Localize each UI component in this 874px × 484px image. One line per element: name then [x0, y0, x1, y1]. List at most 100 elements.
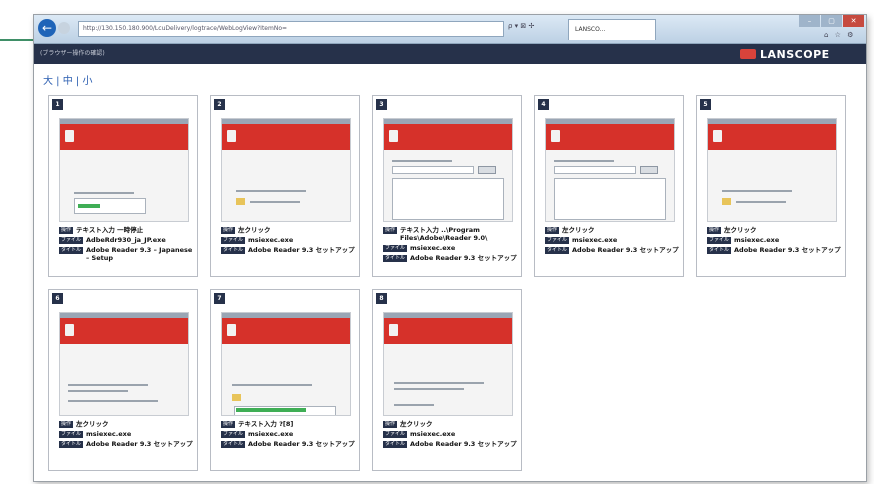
step-meta-value: msiexec.exe: [734, 236, 780, 244]
thumbnail-size-links[interactable]: 大 | 中 | 小: [43, 72, 92, 87]
step-screenshot-thumbnail[interactable]: [221, 118, 351, 222]
window-controls: – ▢ ✕: [798, 15, 864, 29]
adobe-banner: [546, 124, 674, 150]
lanscope-logo: LANSCOPE: [740, 47, 830, 61]
minimize-icon[interactable]: –: [799, 15, 820, 27]
step-meta-tag: 操作: [707, 227, 722, 234]
thumb-body: [708, 150, 836, 221]
step-meta-value: Adobe Reader 9.3 セットアップ: [410, 254, 517, 262]
step-card[interactable]: 4 操作 左クリック ファイル msiexec.exe タイトル Adobe Reader …: [534, 95, 684, 277]
address-bar-icons[interactable]: ρ ▾ ⊠ ✢: [508, 22, 534, 30]
step-meta-tag: 操作: [59, 227, 74, 234]
step-screenshot-thumbnail[interactable]: [383, 312, 513, 416]
step-number: 4: [538, 99, 549, 110]
step-meta: 操作 左クリック ファイル msiexec.exe タイトル Adobe Reader 9…: [707, 226, 841, 256]
step-meta-row: タイトル Adobe Reader 9.3 セットアップ: [545, 246, 679, 254]
step-card[interactable]: 5 操作 左クリック ファイル msiexec.exe タイトル Adobe Reader …: [696, 95, 846, 277]
callout-line: [0, 39, 34, 41]
step-meta-tag: タイトル: [221, 247, 246, 254]
browser-toolbar-icons[interactable]: ⌂ ☆ ⚙: [824, 31, 855, 39]
step-number: 1: [52, 99, 63, 110]
step-number: 2: [214, 99, 225, 110]
step-meta-row: 操作 テキスト入力 一時停止: [59, 226, 193, 234]
step-card[interactable]: 2 操作 左クリック ファイル msiexec.exe タイトル Adobe Reader …: [210, 95, 360, 277]
step-meta-row: ファイル AdbeRdr930_ja_JP.exe: [59, 236, 193, 244]
step-meta-row: タイトル Adobe Reader 9.3 セットアップ: [383, 440, 517, 448]
step-card[interactable]: 1 操作 テキスト入力 一時停止 ファイル AdbeRdr930_ja_JP.exe タイ…: [48, 95, 198, 277]
step-meta-tag: ファイル: [707, 237, 732, 244]
step-meta-value: Adobe Reader 9.3 セットアップ: [734, 246, 841, 254]
step-number: 6: [52, 293, 63, 304]
maximize-icon[interactable]: ▢: [821, 15, 842, 27]
step-meta-value: Adobe Reader 9.3 セットアップ: [248, 440, 355, 448]
step-meta-tag: ファイル: [221, 431, 246, 438]
step-card[interactable]: 3 操作 テキスト入力 ..\Program Files\Adobe\Reader …: [372, 95, 522, 277]
step-meta-row: ファイル msiexec.exe: [383, 430, 517, 438]
step-meta-tag: 操作: [383, 227, 398, 234]
adobe-banner: [384, 124, 512, 150]
step-screenshot-thumbnail[interactable]: [383, 118, 513, 222]
thumb-body: [546, 150, 674, 221]
step-meta-value: Adobe Reader 9.3 セットアップ: [248, 246, 355, 254]
address-bar[interactable]: http://130.150.180.900/LcuDelivery/logtr…: [78, 21, 504, 37]
step-meta-value: msiexec.exe: [410, 430, 456, 438]
step-meta-value: 左クリック: [400, 420, 433, 428]
step-meta-row: ファイル msiexec.exe: [221, 430, 355, 438]
step-meta-row: 操作 左クリック: [383, 420, 517, 428]
step-meta-value: AdbeRdr930_ja_JP.exe: [86, 236, 166, 244]
step-screenshot-thumbnail[interactable]: [221, 312, 351, 416]
step-meta: 操作 左クリック ファイル msiexec.exe タイトル Adobe Reader 9…: [221, 226, 355, 256]
step-screenshot-thumbnail[interactable]: [59, 118, 189, 222]
step-screenshot-thumbnail[interactable]: [545, 118, 675, 222]
step-meta-row: タイトル Adobe Reader 9.3 – Japanese – Setup: [59, 246, 193, 262]
step-card[interactable]: 7 操作 テキスト入力 ?[8] ファイル msiexec.exe タイトル Adobe R…: [210, 289, 360, 471]
step-meta-value: msiexec.exe: [86, 430, 132, 438]
back-arrow-icon[interactable]: ←: [38, 19, 56, 37]
adobe-banner: [384, 318, 512, 344]
step-screenshot-thumbnail[interactable]: [707, 118, 837, 222]
adobe-banner: [60, 124, 188, 150]
step-meta-row: ファイル msiexec.exe: [545, 236, 679, 244]
step-meta-value: msiexec.exe: [248, 430, 294, 438]
step-meta: 操作 テキスト入力 一時停止 ファイル AdbeRdr930_ja_JP.exe タイト…: [59, 226, 193, 264]
step-meta-row: タイトル Adobe Reader 9.3 セットアップ: [707, 246, 841, 254]
step-meta: 操作 テキスト入力 ..\Program Files\Adobe\Reader 9…: [383, 226, 517, 264]
step-meta-row: 操作 左クリック: [707, 226, 841, 234]
logo-text: LANSCOPE: [760, 47, 830, 61]
step-meta-tag: タイトル: [707, 247, 732, 254]
forward-arrow-icon[interactable]: [58, 22, 70, 34]
step-meta-value: 左クリック: [562, 226, 595, 234]
step-meta-row: 操作 テキスト入力 ..\Program Files\Adobe\Reader 9…: [383, 226, 517, 242]
step-meta-row: ファイル msiexec.exe: [383, 244, 517, 252]
step-meta-row: タイトル Adobe Reader 9.3 セットアップ: [221, 440, 355, 448]
step-meta-row: タイトル Adobe Reader 9.3 セットアップ: [383, 254, 517, 262]
step-meta-row: ファイル msiexec.exe: [221, 236, 355, 244]
thumb-body: [222, 344, 350, 415]
step-meta-tag: タイトル: [383, 255, 408, 262]
step-meta-tag: タイトル: [383, 441, 408, 448]
step-meta-tag: タイトル: [545, 247, 570, 254]
browser-tab[interactable]: LANSCO...: [568, 19, 656, 40]
step-meta-tag: タイトル: [221, 441, 246, 448]
step-number: 3: [376, 99, 387, 110]
step-meta-tag: 操作: [221, 421, 236, 428]
step-card[interactable]: 6 操作 左クリック ファイル msiexec.exe タイトル Adobe Reader …: [48, 289, 198, 471]
close-icon[interactable]: ✕: [843, 15, 864, 27]
step-meta-tag: 操作: [221, 227, 236, 234]
step-meta-row: 操作 左クリック: [59, 420, 193, 428]
step-meta-row: 操作 左クリック: [221, 226, 355, 234]
step-meta-tag: ファイル: [59, 431, 84, 438]
step-card[interactable]: 8 操作 左クリック ファイル msiexec.exe タイトル Adobe Reader …: [372, 289, 522, 471]
step-meta-row: 操作 左クリック: [545, 226, 679, 234]
step-meta-tag: ファイル: [545, 237, 570, 244]
step-meta-row: ファイル msiexec.exe: [707, 236, 841, 244]
step-meta-tag: ファイル: [59, 237, 84, 244]
adobe-banner: [222, 124, 350, 150]
step-meta-tag: 操作: [59, 421, 74, 428]
step-meta: 操作 左クリック ファイル msiexec.exe タイトル Adobe Reader 9…: [545, 226, 679, 256]
step-screenshot-thumbnail[interactable]: [59, 312, 189, 416]
step-meta-tag: タイトル: [59, 441, 84, 448]
step-meta-value: Adobe Reader 9.3 セットアップ: [86, 440, 193, 448]
step-meta-row: 操作 テキスト入力 ?[8]: [221, 420, 355, 428]
step-meta: 操作 テキスト入力 ?[8] ファイル msiexec.exe タイトル Adobe Re…: [221, 420, 355, 450]
